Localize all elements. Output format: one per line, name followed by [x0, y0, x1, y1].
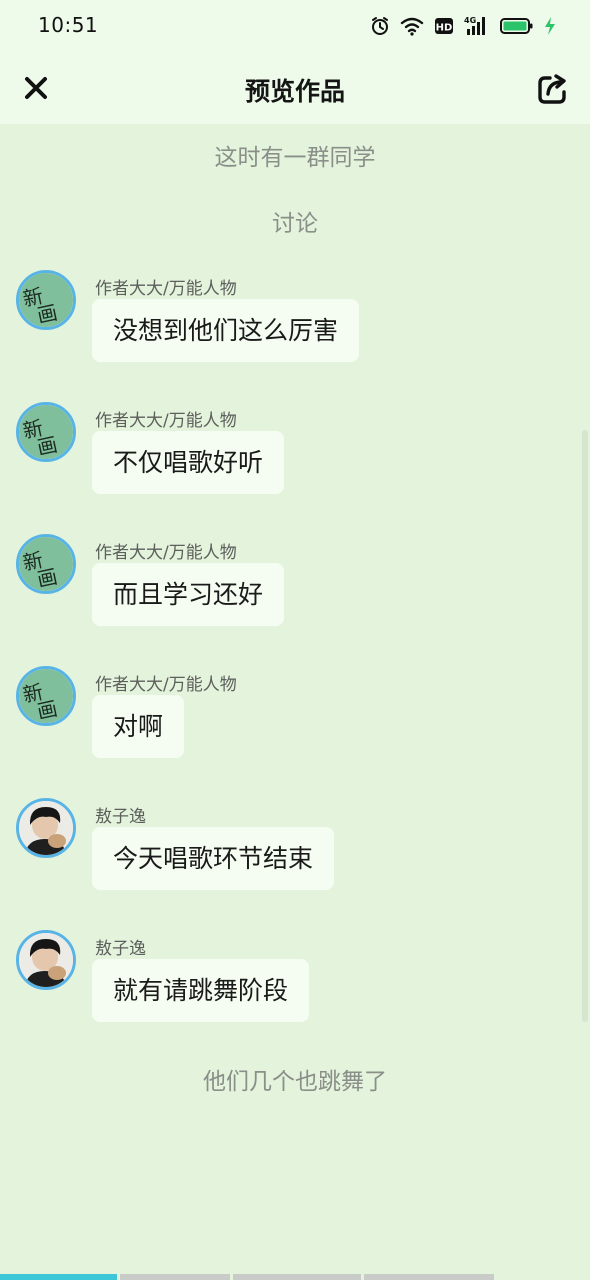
message-bubble[interactable]: 对啊 — [92, 695, 185, 758]
message-sender: 作者大大/万能人物 — [95, 543, 237, 563]
hd-icon: HD — [434, 16, 454, 36]
badge-avatar[interactable]: 新 画 — [16, 666, 76, 726]
message-sender: 敖子逸 — [95, 939, 146, 959]
charging-icon — [544, 16, 556, 36]
status-time: 10:51 — [38, 13, 99, 37]
wifi-icon — [400, 16, 424, 36]
share-button[interactable] — [534, 70, 572, 108]
narration-text: 这时有一群同学 — [214, 145, 376, 171]
status-icons: HD 4G — [370, 14, 556, 38]
share-icon — [538, 74, 566, 104]
network-label: 4G — [464, 16, 476, 25]
narration-text: 他们几个也跳舞了 — [203, 1069, 387, 1095]
photo-avatar[interactable] — [16, 798, 76, 858]
message-sender: 作者大大/万能人物 — [95, 279, 237, 299]
message-sender: 敖子逸 — [95, 807, 146, 827]
narration-text: 讨论 — [272, 211, 318, 237]
header-bar: 预览作品 — [0, 54, 590, 124]
signal-4g-icon: 4G — [464, 15, 490, 37]
message-bubble[interactable]: 没想到他们这么厉害 — [92, 299, 360, 362]
badge-avatar[interactable]: 新 画 — [16, 402, 76, 462]
progress-segment — [233, 1274, 361, 1280]
story-progress — [0, 1274, 590, 1280]
progress-fill — [0, 1274, 117, 1280]
progress-segment — [364, 1274, 494, 1280]
story-content[interactable]: 这时有一群同学 讨论 新 画 作者大大/万能人物 没想到他们这么厉害 新 画 作… — [0, 124, 590, 1274]
battery-icon — [500, 16, 534, 36]
alarm-icon — [370, 16, 390, 36]
message-bubble[interactable]: 而且学习还好 — [92, 563, 285, 626]
message-sender: 作者大大/万能人物 — [95, 411, 237, 431]
badge-avatar[interactable]: 新 画 — [16, 534, 76, 594]
progress-segment — [120, 1274, 230, 1280]
message-bubble[interactable]: 今天唱歌环节结束 — [92, 827, 335, 890]
message-bubble[interactable]: 就有请跳舞阶段 — [92, 959, 310, 1022]
photo-avatar[interactable] — [16, 930, 76, 990]
scrollbar[interactable] — [582, 430, 588, 1022]
progress-segment — [0, 1274, 117, 1280]
status-bar: 10:51 HD 4G — [0, 0, 590, 54]
message-bubble[interactable]: 不仅唱歌好听 — [92, 431, 285, 494]
badge-avatar[interactable]: 新 画 — [16, 270, 76, 330]
page-title: 预览作品 — [244, 77, 345, 106]
message-sender: 作者大大/万能人物 — [95, 675, 237, 695]
hd-label: HD — [436, 23, 453, 34]
